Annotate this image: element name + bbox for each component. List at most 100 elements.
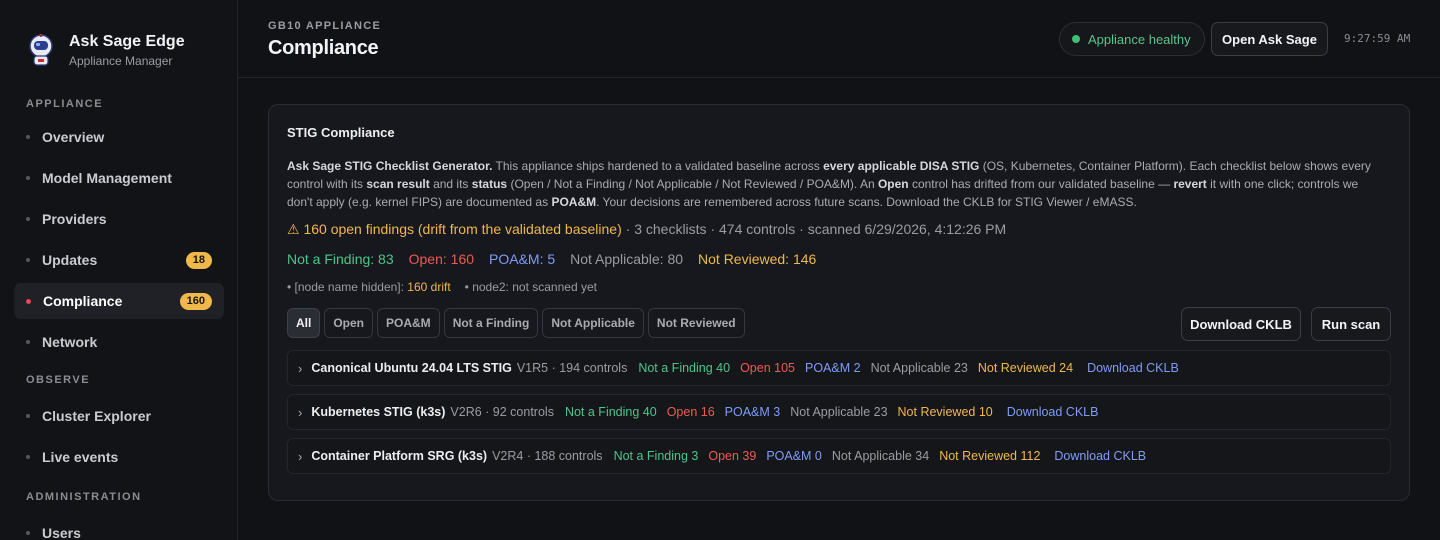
checklist-row[interactable]: › Kubernetes STIG (k3s) V2R6 · 92 contro… (287, 394, 1391, 430)
sidebar: Ask Sage Edge Appliance Manager APPLIANC… (0, 0, 238, 540)
sidebar-item-overview[interactable]: Overview (14, 119, 224, 155)
checklist-name: Kubernetes STIG (k3s) (311, 405, 446, 419)
checklist-not-a-finding: Not a Finding 3 (613, 449, 699, 463)
filter-open[interactable]: Open (324, 308, 374, 338)
compliance-count-badge: 160 (179, 292, 212, 310)
desc-strong: POA&M (551, 195, 597, 209)
status-dot-icon (1072, 35, 1080, 43)
sidebar-item-label: Providers (42, 211, 107, 227)
checklist-poam: POA&M 0 (766, 449, 822, 463)
content: STIG Compliance Ask Sage STIG Checklist … (238, 78, 1440, 540)
count-not-a-finding: Not a Finding: 83 (287, 251, 394, 267)
dot-icon (26, 455, 30, 459)
sidebar-item-label: Model Management (42, 170, 172, 186)
filter-all[interactable]: All (287, 308, 321, 338)
chevron-right-icon[interactable]: › (298, 361, 302, 376)
chevron-right-icon[interactable]: › (298, 405, 302, 420)
node1-status: • [node name hidden]: 160 drift (287, 280, 451, 294)
desc-strong: scan result (366, 177, 430, 191)
dot-icon (26, 340, 30, 344)
run-scan-button[interactable]: Run scan (1311, 307, 1391, 341)
checklist-row[interactable]: › Container Platform SRG (k3s) V2R4 · 18… (287, 438, 1391, 474)
count-not-applicable: Not Applicable: 80 (570, 251, 684, 267)
sidebar-item-providers[interactable]: Providers (14, 201, 224, 237)
dot-icon (26, 217, 30, 221)
sidebar-item-updates[interactable]: Updates 18 (14, 242, 224, 278)
dot-icon (26, 531, 30, 535)
main-area: GB10 APPLIANCE Compliance Appliance heal… (238, 0, 1440, 540)
checklist-meta: V2R4 · 188 controls (492, 449, 603, 463)
sidebar-item-compliance[interactable]: Compliance 160 (14, 283, 224, 319)
filter-not-reviewed[interactable]: Not Reviewed (647, 308, 745, 338)
checklist-poam: POA&M 3 (724, 405, 781, 419)
checklist-download-link[interactable]: Download CKLB (1007, 405, 1099, 419)
checklist-download-link[interactable]: Download CKLB (1087, 361, 1179, 375)
findings-meta: · 3 checklists · 474 controls · scanned … (621, 221, 1007, 237)
checklist-not-a-finding: Not a Finding 40 (638, 361, 731, 375)
download-cklb-button[interactable]: Download CKLB (1181, 307, 1301, 341)
dot-icon (26, 258, 30, 262)
checklist-not-applicable: Not Applicable 23 (870, 361, 968, 375)
sidebar-item-live-events[interactable]: Live events (14, 439, 224, 475)
app-root: Ask Sage Edge Appliance Manager APPLIANC… (0, 0, 1440, 540)
nav-section-administration: ADMINISTRATION (26, 491, 142, 503)
desc-strong: revert (1173, 177, 1207, 191)
dot-icon (26, 414, 30, 418)
sidebar-item-label: Users (42, 525, 81, 540)
sidebar-item-model-management[interactable]: Model Management (14, 160, 224, 196)
filter-not-applicable[interactable]: Not Applicable (542, 308, 644, 338)
filter-poam[interactable]: POA&M (377, 308, 440, 338)
nav-section-observe: OBSERVE (26, 374, 91, 386)
sidebar-item-users[interactable]: Users (14, 515, 224, 540)
desc-strong: Open (877, 177, 909, 191)
stig-compliance-card: STIG Compliance Ask Sage STIG Checklist … (268, 104, 1410, 501)
desc-text: (Open / Not a Finding / Not Applicable /… (507, 177, 878, 191)
checklist-not-reviewed: Not Reviewed 112 (939, 449, 1041, 463)
checklist-not-a-finding: Not a Finding 40 (564, 405, 657, 419)
health-status-text: Appliance healthy (1088, 31, 1191, 47)
desc-text: control has drifted from our validated b… (908, 177, 1174, 191)
count-open: Open: 160 (408, 251, 475, 267)
desc-text: and its (429, 177, 472, 191)
checklist-meta: V1R5 · 194 controls (516, 361, 628, 375)
filter-not-a-finding[interactable]: Not a Finding (443, 308, 539, 338)
page-eyebrow: GB10 APPLIANCE (268, 20, 382, 32)
sidebar-item-label: Updates (42, 252, 98, 268)
desc-strong: every applicable DISA STIG (823, 159, 980, 173)
sidebar-item-network[interactable]: Network (14, 324, 224, 360)
sidebar-item-label: Cluster Explorer (42, 408, 151, 424)
checklist-not-applicable: Not Applicable 23 (790, 405, 888, 419)
node2-status: • node2: not scanned yet (464, 280, 597, 294)
brand: Ask Sage Edge Appliance Manager (0, 0, 237, 78)
checklist-meta: V2R6 · 92 controls (450, 405, 554, 419)
checklist-not-applicable: Not Applicable 34 (831, 449, 930, 463)
findings-summary: ⚠ 160 open findings (drift from the vali… (287, 221, 1006, 238)
checklist-row[interactable]: › Canonical Ubuntu 24.04 LTS STIG V1R5 ·… (287, 350, 1391, 386)
dot-icon (26, 135, 30, 139)
brand-subtitle: Appliance Manager (69, 54, 173, 68)
filter-chips: All Open POA&M Not a Finding Not Applica… (287, 308, 745, 338)
desc-strong: Ask Sage STIG Checklist Generator. (287, 159, 493, 173)
sidebar-item-cluster-explorer[interactable]: Cluster Explorer (14, 398, 224, 434)
updates-count-badge: 18 (185, 251, 212, 269)
active-dot-icon (26, 298, 31, 304)
status-counts: Not a Finding: 83 Open: 160 POA&M: 5 Not… (287, 251, 816, 267)
checklist-not-reviewed: Not Reviewed 24 (977, 361, 1074, 375)
node1-drift: 160 drift (407, 280, 451, 294)
sidebar-item-label: Overview (42, 129, 105, 145)
nav-section-appliance: APPLIANCE (26, 98, 104, 110)
description: Ask Sage STIG Checklist Generator. This … (287, 157, 1387, 211)
open-ask-sage-button[interactable]: Open Ask Sage (1211, 22, 1328, 56)
chevron-right-icon[interactable]: › (298, 449, 302, 464)
count-poam: POA&M: 5 (489, 251, 556, 267)
astronaut-logo-icon (29, 34, 53, 66)
checklist-download-link[interactable]: Download CKLB (1054, 449, 1146, 463)
sidebar-item-label: Live events (42, 449, 119, 465)
desc-text: . Your decisions are remembered across f… (596, 195, 1137, 209)
count-not-reviewed: Not Reviewed: 146 (698, 251, 817, 267)
dot-icon (26, 176, 30, 180)
desc-strong: status (471, 177, 508, 191)
brand-title: Ask Sage Edge (69, 33, 185, 50)
checklist-open: Open 16 (666, 405, 715, 419)
page-title: Compliance (268, 37, 379, 59)
